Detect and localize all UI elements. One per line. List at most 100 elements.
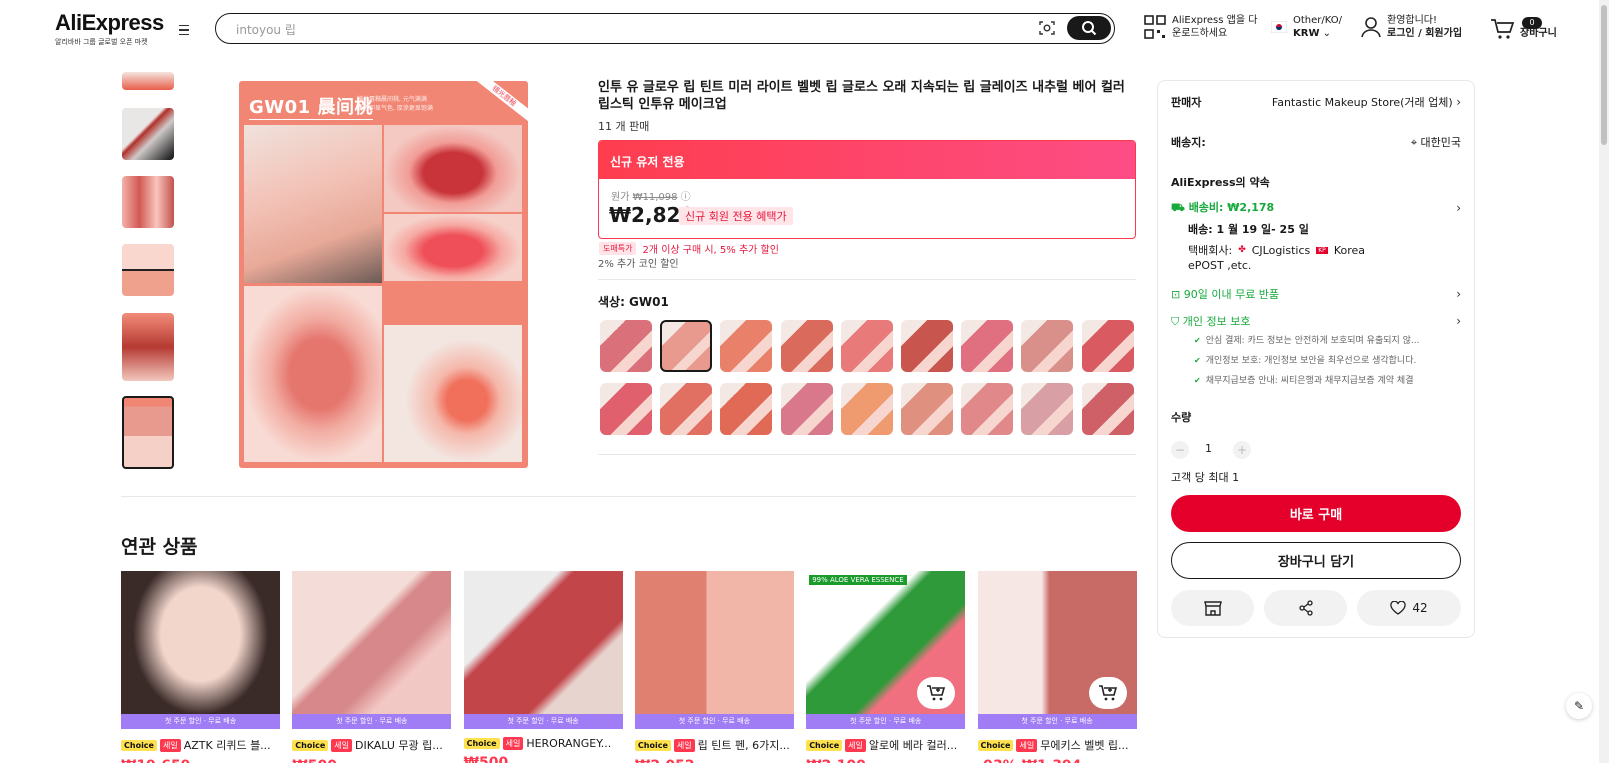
related-product-image[interactable]: 첫 주문 할인 · 무료 배송: [292, 571, 452, 729]
related-product-image[interactable]: 첫 주문 할인 · 무료 배송: [463, 571, 623, 729]
search-input[interactable]: intoyou 립: [236, 21, 296, 38]
edit-icon[interactable]: ✎: [1566, 693, 1592, 719]
related-product-name[interactable]: HERORANGEY...: [526, 737, 611, 750]
qty-value[interactable]: 1: [1205, 442, 1212, 455]
divider: [598, 279, 1136, 280]
product-thumbnail[interactable]: [122, 108, 174, 160]
add-to-cart-icon[interactable]: [917, 677, 956, 709]
related-product-card[interactable]: 99% ALOE VERA ESSENCE 첫 주문 할인 · 무료 배송 Ch…: [806, 571, 966, 763]
related-product-card[interactable]: 첫 주문 할인 · 무료 배송 Choice 세일 립 틴트 펜, 6가지...…: [634, 571, 794, 763]
login-link[interactable]: 로그인 / 회원가입: [1387, 28, 1462, 39]
share-button[interactable]: [1264, 590, 1347, 626]
related-product-name[interactable]: DIKALU 무광 립...: [355, 737, 443, 753]
related-product-name-row[interactable]: Choice 세일 알로에 베라 컬러...: [806, 737, 965, 753]
related-product-name-row[interactable]: Choice 세일 DIKALU 무광 립...: [292, 737, 451, 753]
image-title: GW01 晨间桃: [249, 93, 373, 120]
info-icon[interactable]: ⓘ: [681, 192, 691, 203]
image-search-icon[interactable]: [1038, 20, 1056, 36]
related-product-image[interactable]: 첫 주문 할인 · 무료 배송: [121, 571, 280, 729]
related-product-card[interactable]: 첫 주문 할인 · 무료 배송 Choice 세일 AZTK 리퀴드 블... …: [121, 571, 280, 763]
related-product-card[interactable]: 첫 주문 할인 · 무료 배송 Choice 세일 DIKALU 무광 립...…: [292, 571, 452, 763]
related-product-card[interactable]: 첫 주문 할인 · 무료 배송 Choice 세일 HERORANGEY... …: [463, 571, 623, 763]
buy-now-button[interactable]: 바로 구매: [1171, 495, 1461, 532]
add-to-cart-icon[interactable]: [1088, 677, 1127, 709]
shield-icon: ⛉: [1171, 315, 1180, 328]
color-swatch[interactable]: [660, 383, 713, 435]
scrollbar-thumb[interactable]: [1601, 5, 1607, 145]
sale-badge: 세일: [502, 737, 524, 750]
ship-to-country[interactable]: ⌖ 대한민국: [1411, 134, 1461, 150]
color-swatch[interactable]: [600, 320, 652, 372]
store-icon: [1203, 601, 1222, 616]
user-icon: [1361, 17, 1381, 38]
carrier-row: 택배회사: ✤ CJLogistics KP Korea: [1188, 243, 1365, 258]
seller-row[interactable]: 판매자 Fantastic Makeup Store(거래 업체) ›: [1171, 94, 1461, 110]
returns-row[interactable]: ⊡ 90일 이내 무료 반품 ›: [1171, 286, 1461, 302]
qty-increase-button[interactable]: +: [1233, 441, 1251, 459]
related-product-image[interactable]: 첫 주문 할인 · 무료 배송: [977, 571, 1137, 729]
image-ribbon: 镜光唇釉: [469, 81, 528, 125]
color-swatch[interactable]: [720, 320, 773, 372]
search-bar[interactable]: intoyou 립: [215, 13, 1115, 44]
color-swatch[interactable]: [961, 383, 1014, 435]
color-swatch[interactable]: [720, 383, 773, 435]
qty-decrease-button[interactable]: −: [1171, 441, 1189, 459]
product-thumbnail[interactable]: [122, 176, 174, 228]
account-menu[interactable]: 환영합니다! 로그인 / 회원가입: [1361, 14, 1462, 40]
photo-lips-2: [384, 214, 522, 281]
privacy-row[interactable]: ⛉ 개인 정보 보호 ›: [1171, 313, 1461, 329]
color-swatch[interactable]: [901, 320, 953, 372]
color-swatch[interactable]: [961, 320, 1014, 372]
shipping-fee-row[interactable]: ⛟ 배송비: ₩2,178 ›: [1171, 199, 1461, 216]
color-swatch[interactable]: [1021, 383, 1074, 435]
color-swatch-selected[interactable]: [660, 320, 713, 372]
product-thumbnail[interactable]: [122, 313, 174, 381]
locale-selector[interactable]: Other/KO/KRW ⌄: [1271, 14, 1342, 40]
cart-count-badge: 0: [1522, 17, 1542, 29]
wishlist-button[interactable]: 42: [1357, 590, 1461, 626]
color-swatch[interactable]: [901, 383, 953, 435]
add-to-cart-button[interactable]: 장바구니 담기: [1171, 542, 1461, 579]
chevron-right-icon: ›: [1456, 287, 1461, 301]
related-product-name[interactable]: AZTK 리퀴드 블...: [184, 737, 271, 753]
promo-strip: 첫 주문 할인 · 무료 배송: [977, 714, 1137, 729]
main-product-image[interactable]: GW01 晨间桃 镜光唇釉晨间桃, 元气满满 薄涂即显气色, 厚涂更显饱满 镜光唇…: [239, 81, 528, 468]
search-icon: [1082, 21, 1097, 36]
photo-lipsticks: [244, 125, 382, 283]
related-product-image[interactable]: 99% ALOE VERA ESSENCE 첫 주문 할인 · 무료 배송: [806, 571, 966, 729]
color-swatch[interactable]: [780, 320, 833, 372]
related-product-name-row[interactable]: Choice 세일 AZTK 리퀴드 블...: [121, 737, 280, 753]
menu-icon[interactable]: [176, 22, 192, 38]
seller-name[interactable]: Fantastic Makeup Store(거래 업체) ›: [1272, 94, 1461, 110]
related-product-name[interactable]: 알로에 베라 컬러...: [869, 737, 957, 753]
related-product-card[interactable]: 첫 주문 할인 · 무료 배송 Choice 세일 무에키스 벨벳 립... -…: [977, 571, 1137, 763]
cart-button[interactable]: 0 장바구니: [1490, 17, 1557, 40]
related-product-name-row[interactable]: Choice 세일 무에키스 벨벳 립...: [977, 737, 1137, 753]
price-tag: 신규 회원 전용 혜택가: [679, 207, 793, 225]
color-swatch[interactable]: [1081, 383, 1134, 435]
ship-to-row[interactable]: 배송지: ⌖ 대한민국: [1171, 134, 1461, 150]
delivery-date: 배송: 1 월 19 일- 25 일: [1188, 223, 1309, 236]
check-privacy: 개인정보 보호: 개인정보 보안을 최우선으로 생각합니다.: [1194, 353, 1417, 366]
color-swatch[interactable]: [1021, 320, 1074, 372]
color-swatch[interactable]: [780, 383, 833, 435]
related-product-name-row[interactable]: Choice 세일 HERORANGEY...: [463, 737, 623, 750]
aliexpress-logo[interactable]: AliExpress 알리바바 그룹 글로벌 오픈 마켓: [55, 12, 165, 47]
color-swatch[interactable]: [840, 320, 893, 372]
scrollbar[interactable]: [1599, 0, 1609, 763]
related-product-image[interactable]: 첫 주문 할인 · 무료 배송: [634, 571, 794, 729]
search-button[interactable]: [1067, 16, 1111, 40]
app-download[interactable]: AliExpress 앱을 다 운로드하세요: [1144, 14, 1257, 40]
product-thumbnail-selected[interactable]: [122, 396, 174, 469]
product-thumbnail[interactable]: [122, 72, 174, 90]
related-product-name-row[interactable]: Choice 세일 립 틴트 펜, 6가지...: [634, 737, 794, 753]
related-product-name[interactable]: 립 틴트 펜, 6가지...: [698, 737, 790, 753]
color-swatch[interactable]: [840, 383, 893, 435]
qr-code-icon: [1144, 15, 1166, 39]
related-product-price: ₩500: [463, 755, 509, 763]
related-product-name[interactable]: 무에키스 벨벳 립...: [1040, 737, 1128, 753]
color-swatch[interactable]: [600, 383, 652, 435]
product-thumbnail[interactable]: [122, 244, 174, 296]
color-swatch[interactable]: [1081, 320, 1134, 372]
store-button[interactable]: [1171, 590, 1254, 626]
